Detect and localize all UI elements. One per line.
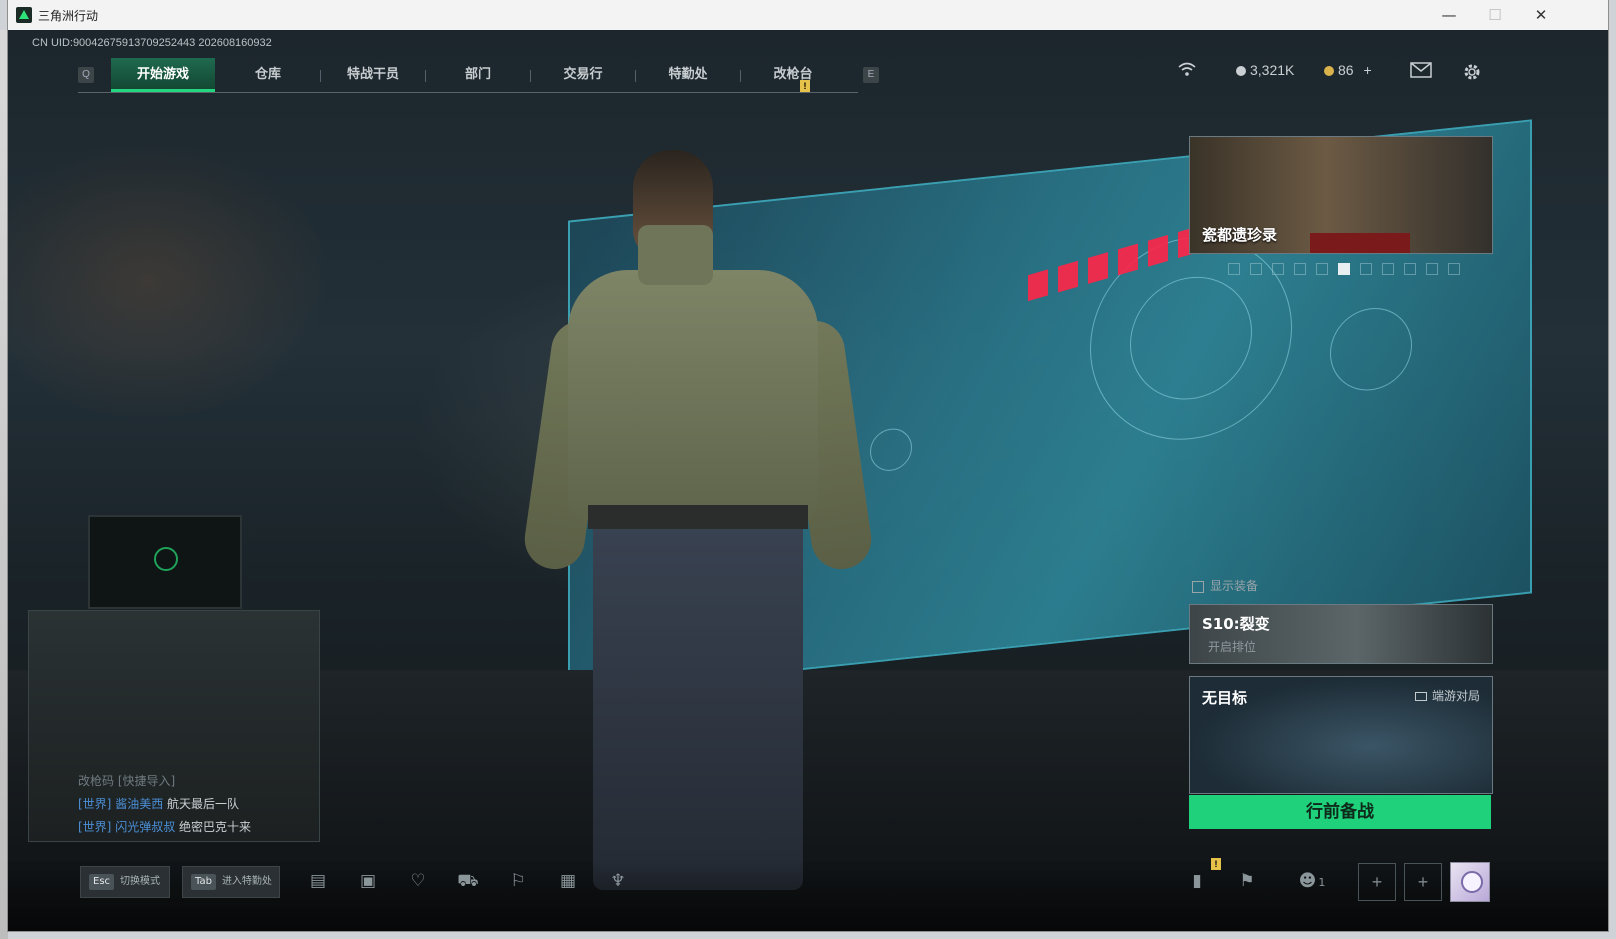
page-dot[interactable] xyxy=(1250,263,1262,275)
gear-icon[interactable] xyxy=(1462,62,1482,82)
banner-pagination xyxy=(1228,262,1470,280)
chat-sender[interactable]: 闪光弹叔叔 xyxy=(115,820,175,834)
enter-special-ops-label: 进入特勤处 xyxy=(221,876,272,887)
title-bar: 三角洲行动 — ☐ ✕ xyxy=(8,0,1608,31)
page-dot[interactable] xyxy=(1360,263,1372,275)
gift-box-icon[interactable]: ▣ xyxy=(355,870,381,892)
team-emblem-icon[interactable]: ♆ xyxy=(605,870,631,892)
notice-badge: ! xyxy=(800,80,810,92)
page-dot[interactable] xyxy=(1404,263,1416,275)
desktop-edge xyxy=(0,30,8,939)
tab-special-ops[interactable]: 特勤处 xyxy=(636,58,740,92)
friends-button[interactable]: ☻ 1 xyxy=(1292,870,1332,892)
add-teammate-slot[interactable]: + xyxy=(1358,863,1396,901)
battle-pass-icon[interactable]: ⚐ xyxy=(505,870,531,892)
window-title: 三角洲行动 xyxy=(38,9,99,23)
season-title: S10:裂变 xyxy=(1202,615,1270,633)
season-card[interactable]: S10:裂变 开启排位 xyxy=(1189,604,1493,664)
tab-trading[interactable]: 交易行 xyxy=(531,58,635,92)
mode-card[interactable]: 无目标 端游对局 xyxy=(1189,676,1493,794)
friends-icon: ☻ xyxy=(1298,871,1317,891)
chat-icon[interactable]: ▤ xyxy=(305,870,331,892)
quick-import-link[interactable]: [快捷导入] xyxy=(118,774,175,788)
chat-message: [世界] 闪光弹叔叔 绝密巴克十来 xyxy=(78,816,251,839)
tab-operators[interactable]: 特战干员 xyxy=(321,58,425,92)
chat-sender[interactable]: 酱油美西 xyxy=(115,797,163,811)
mode-platform-label: 端游对局 xyxy=(1415,687,1480,704)
laptop xyxy=(88,515,242,609)
silver-currency: 3,321K xyxy=(1236,62,1294,82)
game-viewport: CN UID:900426759137092524​43 20260816093… xyxy=(8,30,1608,931)
chat-header-code: 改枪码 xyxy=(78,774,115,788)
maximize-button[interactable]: ☐ xyxy=(1472,0,1518,30)
mail-icon[interactable] xyxy=(1410,62,1432,82)
main-nav: Q 开始游戏 仓库 特战干员 部门 交易行 特勤处 改枪台 E ! xyxy=(78,58,879,93)
tab-start-game[interactable]: 开始游戏 xyxy=(111,58,215,92)
add-teammate-slot[interactable]: + xyxy=(1404,863,1442,901)
tab-warehouse[interactable]: 仓库 xyxy=(216,58,320,92)
prepare-battle-button[interactable]: 行前备战 xyxy=(1189,795,1491,829)
esc-key: Esc xyxy=(89,874,115,890)
event-banner-title: 瓷都遗珍录 xyxy=(1202,226,1278,244)
mode-title: 无目标 xyxy=(1202,689,1248,707)
chat-panel[interactable]: 改枪码 [快捷导入] [世界] 酱油美西 航天最后一队 [世界] 闪光弹叔叔 绝… xyxy=(78,770,251,839)
page-dot[interactable] xyxy=(1272,263,1284,275)
app-logo-icon xyxy=(16,7,32,23)
show-equipment-toggle[interactable]: 显示装备 xyxy=(1192,577,1258,594)
event-banner[interactable]: 瓷都遗珍录 xyxy=(1189,136,1493,254)
gold-coin-icon xyxy=(1324,66,1334,77)
page-dot[interactable] xyxy=(1382,263,1394,275)
page-dot[interactable] xyxy=(1228,263,1240,275)
stats-chart-icon[interactable]: ▮ xyxy=(1184,870,1210,892)
friends-count: 1 xyxy=(1318,876,1326,889)
switch-mode-button[interactable]: Esc 切换模式 xyxy=(80,866,170,898)
close-button[interactable]: ✕ xyxy=(1518,0,1564,30)
player-avatar[interactable] xyxy=(1450,862,1490,902)
chat-message: [世界] 酱油美西 航天最后一队 xyxy=(78,793,251,816)
game-window: 三角洲行动 — ☐ ✕ CN UID:900426759137092524​43… xyxy=(8,0,1608,931)
checkbox-icon[interactable] xyxy=(1192,580,1204,593)
gold-add-button[interactable]: + xyxy=(1363,62,1371,78)
switch-mode-label: 切换模式 xyxy=(120,876,161,887)
wifi-icon xyxy=(1178,62,1196,82)
tab-department[interactable]: 部门 xyxy=(426,58,530,92)
season-subtitle: 开启排位 xyxy=(1208,640,1257,654)
gold-currency[interactable]: 86 + xyxy=(1324,62,1372,82)
page-dot[interactable] xyxy=(1316,263,1328,275)
gold-amount: 86 xyxy=(1338,62,1354,78)
silver-coin-icon xyxy=(1236,66,1246,77)
flag-icon[interactable]: ⚑ xyxy=(1234,870,1260,892)
page-dot[interactable] xyxy=(1426,263,1438,275)
nav-next-key[interactable]: E xyxy=(863,67,879,83)
page-dot[interactable] xyxy=(1294,263,1306,275)
show-equipment-label: 显示装备 xyxy=(1210,579,1259,593)
page-dot-active[interactable] xyxy=(1338,263,1350,275)
minimize-button[interactable]: — xyxy=(1426,0,1472,30)
page-dot[interactable] xyxy=(1448,263,1460,275)
chat-channel: [世界] xyxy=(78,797,112,811)
player-uid: CN UID:900426759137092524​43 20260816093… xyxy=(32,37,272,49)
tab-gunsmith[interactable]: 改枪台 xyxy=(741,58,845,92)
silver-amount: 3,321K xyxy=(1250,62,1295,78)
chat-text: 航天最后一队 xyxy=(167,797,240,811)
stats-notice-badge: ! xyxy=(1211,858,1221,870)
heart-shield-icon[interactable]: ♡ xyxy=(405,870,431,892)
operator-character[interactable] xyxy=(498,150,878,890)
tab-key: Tab xyxy=(191,874,216,890)
chat-text: 绝密巴克十来 xyxy=(179,820,252,834)
chat-channel: [世界] xyxy=(78,820,112,834)
enter-special-ops-button[interactable]: Tab 进入特勤处 xyxy=(182,866,280,898)
nav-prev-key[interactable]: Q xyxy=(78,67,94,83)
shop-cart-icon[interactable]: ⛟ xyxy=(455,870,481,892)
calendar-icon[interactable]: ▦ xyxy=(555,870,581,892)
